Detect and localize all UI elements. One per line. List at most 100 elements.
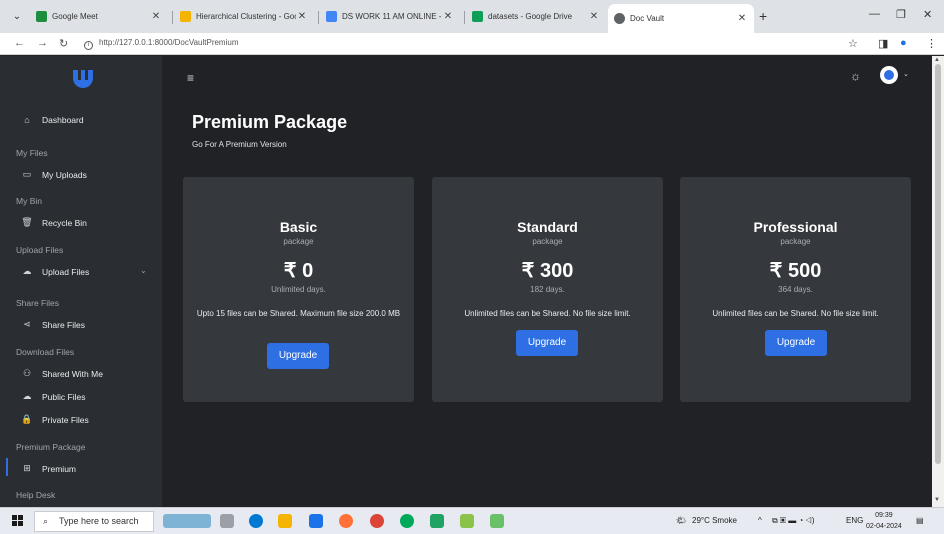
page-scrollbar[interactable]: ▲ ▼ [932, 56, 944, 507]
url-text: http://127.0.0.1:8000/DocVaultPremium [99, 38, 239, 47]
edge-icon[interactable] [249, 514, 263, 528]
scroll-down-icon[interactable]: ▼ [934, 497, 940, 503]
package-card-professional: Professional package ₹ 500 364 days. Unl… [680, 177, 911, 402]
browser-menu-icon[interactable]: ⋮ [926, 37, 937, 50]
back-icon[interactable]: ← [14, 37, 25, 49]
package-price: ₹ 300 [521, 260, 574, 282]
close-icon[interactable]: ✕ [150, 11, 162, 22]
language-indicator[interactable]: ENG [846, 516, 863, 525]
address-bar: ← → ↻ i http://127.0.0.1:8000/DocVaultPre… [0, 33, 944, 55]
sidebar-item-recycle-bin[interactable]: 🗑 Recycle Bin [20, 217, 87, 228]
theme-toggle-sun-icon[interactable]: ☼ [850, 69, 861, 83]
tab-search-chevron-icon[interactable]: ⌄ [9, 9, 25, 25]
tab-title: Doc Vault [630, 14, 665, 23]
windows-start-icon[interactable] [12, 515, 24, 527]
close-icon[interactable]: ✕ [736, 13, 748, 24]
bookmark-star-icon[interactable]: ☆ [848, 37, 858, 50]
users-icon: ⚇ [22, 368, 32, 378]
profile-icon[interactable]: ● [900, 37, 907, 49]
clock-date: 02-04-2024 [866, 523, 902, 530]
news-widget-icon[interactable] [163, 514, 211, 528]
sidebar-item-public-files[interactable]: ☁ Public Files [20, 391, 86, 402]
file-explorer-icon[interactable] [278, 514, 292, 528]
weather-icon[interactable]: 🌤 [676, 516, 686, 525]
package-label: package [780, 237, 811, 246]
folder-icon: ▭ [22, 169, 32, 179]
sidebar-item-label: Premium [42, 463, 77, 474]
sidebar-item-shared-with-me[interactable]: ⚇ Shared With Me [20, 368, 103, 379]
chevron-down-icon[interactable]: ⌄ [903, 70, 909, 78]
reload-icon[interactable]: ↻ [59, 37, 68, 50]
drive-icon [472, 11, 483, 22]
tab-doc-vault[interactable]: Doc Vault ✕ [608, 4, 754, 33]
sidebar-item-label: Upload Files [42, 266, 90, 277]
upgrade-button[interactable]: Upgrade [516, 330, 578, 356]
task-view-icon[interactable] [220, 514, 234, 528]
trash-icon: 🗑 [21, 217, 33, 227]
notifications-icon[interactable]: ▤ [916, 516, 924, 525]
side-panel-icon[interactable]: ◨ [878, 37, 888, 50]
tab-title: datasets - Google Drive [488, 12, 573, 21]
page-title: Premium Package [192, 112, 348, 132]
sidebar-item-my-uploads[interactable]: ▭ My Uploads [20, 169, 87, 180]
upgrade-button[interactable]: Upgrade [765, 330, 827, 356]
sidebar-item-premium[interactable]: ⊞ Premium [20, 463, 76, 474]
package-duration: 364 days. [778, 285, 813, 294]
sidebar-item-label: Shared With Me [42, 368, 103, 379]
section-heading-my-bin: My Bin [16, 196, 42, 206]
package-card-standard: Standard package ₹ 300 182 days. Unlimit… [432, 177, 663, 402]
hamburger-menu-icon[interactable]: ≡ [187, 71, 194, 85]
section-heading-share-files: Share Files [16, 298, 59, 308]
minimize-icon[interactable]: — [869, 8, 880, 20]
search-placeholder: Type here to search [59, 516, 139, 526]
pycharm-icon[interactable] [430, 514, 444, 528]
upgrade-button[interactable]: Upgrade [267, 343, 329, 369]
sidebar-item-share-files[interactable]: ⋖ Share Files [20, 319, 85, 330]
sidebar-item-label: Dashboard [42, 115, 84, 125]
sidebar-item-upload-files[interactable]: ☁ Upload Files [20, 266, 90, 277]
scrollbar-thumb[interactable] [935, 64, 941, 464]
tab-hierarchical-clustering[interactable]: Hierarchical Clustering - Google ✕ [174, 4, 314, 29]
window-close-icon[interactable]: ✕ [923, 8, 932, 21]
tray-chevron-up-icon[interactable]: ^ [758, 516, 762, 525]
taskbar-search-input[interactable]: ⌕ Type here to search [34, 511, 154, 532]
close-icon[interactable]: ✕ [442, 11, 454, 22]
restore-icon[interactable]: ❐ [896, 8, 906, 21]
clock[interactable]: 09:39 02-04-2024 [866, 510, 902, 532]
chevron-down-icon[interactable]: ⌄ [140, 266, 147, 275]
chrome-icon[interactable] [370, 514, 384, 528]
sidebar-item-label: Recycle Bin [42, 217, 87, 228]
tab-datasets-drive[interactable]: datasets - Google Drive ✕ [466, 4, 606, 29]
tab-google-meet[interactable]: Google Meet ✕ [30, 4, 168, 29]
app-icon[interactable] [490, 514, 504, 528]
share-icon: ⋖ [23, 319, 31, 329]
mail-icon[interactable] [309, 514, 323, 528]
tray-icons[interactable]: ⧉ ▣ ▬ ◔ ◁) [772, 516, 815, 526]
sidebar: ⌂ Dashboard My Files ▭ My Uploads My Bin… [0, 56, 162, 507]
tab-ds-work[interactable]: DS WORK 11 AM ONLINE - Goo ✕ [320, 4, 460, 29]
close-icon[interactable]: ✕ [296, 11, 308, 22]
weather-text[interactable]: 29°C Smoke [692, 516, 737, 525]
package-price: ₹ 500 [769, 260, 822, 282]
url-field[interactable]: i http://127.0.0.1:8000/DocVaultPremium [84, 38, 239, 50]
active-indicator [6, 458, 8, 476]
package-description: Unlimited files can be Shared. No file s… [464, 309, 631, 318]
cloud-upload-icon: ☁ [22, 266, 32, 276]
firefox-icon[interactable] [339, 514, 353, 528]
slides-icon [180, 11, 191, 22]
tab-title: Google Meet [52, 12, 98, 21]
section-heading-download-files: Download Files [16, 347, 75, 357]
forward-icon[interactable]: → [37, 37, 48, 49]
sidebar-item-label: My Uploads [42, 169, 87, 180]
close-icon[interactable]: ✕ [588, 11, 600, 22]
app-icon[interactable] [460, 514, 474, 528]
sidebar-item-private-files[interactable]: 🔒 Private Files [20, 414, 88, 425]
search-icon: ⌕ [43, 516, 49, 526]
new-tab-icon[interactable]: + [759, 8, 767, 24]
sidebar-item-dashboard[interactable]: ⌂ Dashboard [20, 115, 84, 125]
site-info-icon[interactable]: i [84, 41, 93, 50]
app-icon[interactable] [400, 514, 414, 528]
scroll-up-icon[interactable]: ▲ [934, 57, 940, 63]
package-duration: Unlimited days. [271, 285, 326, 294]
avatar[interactable] [880, 66, 898, 84]
